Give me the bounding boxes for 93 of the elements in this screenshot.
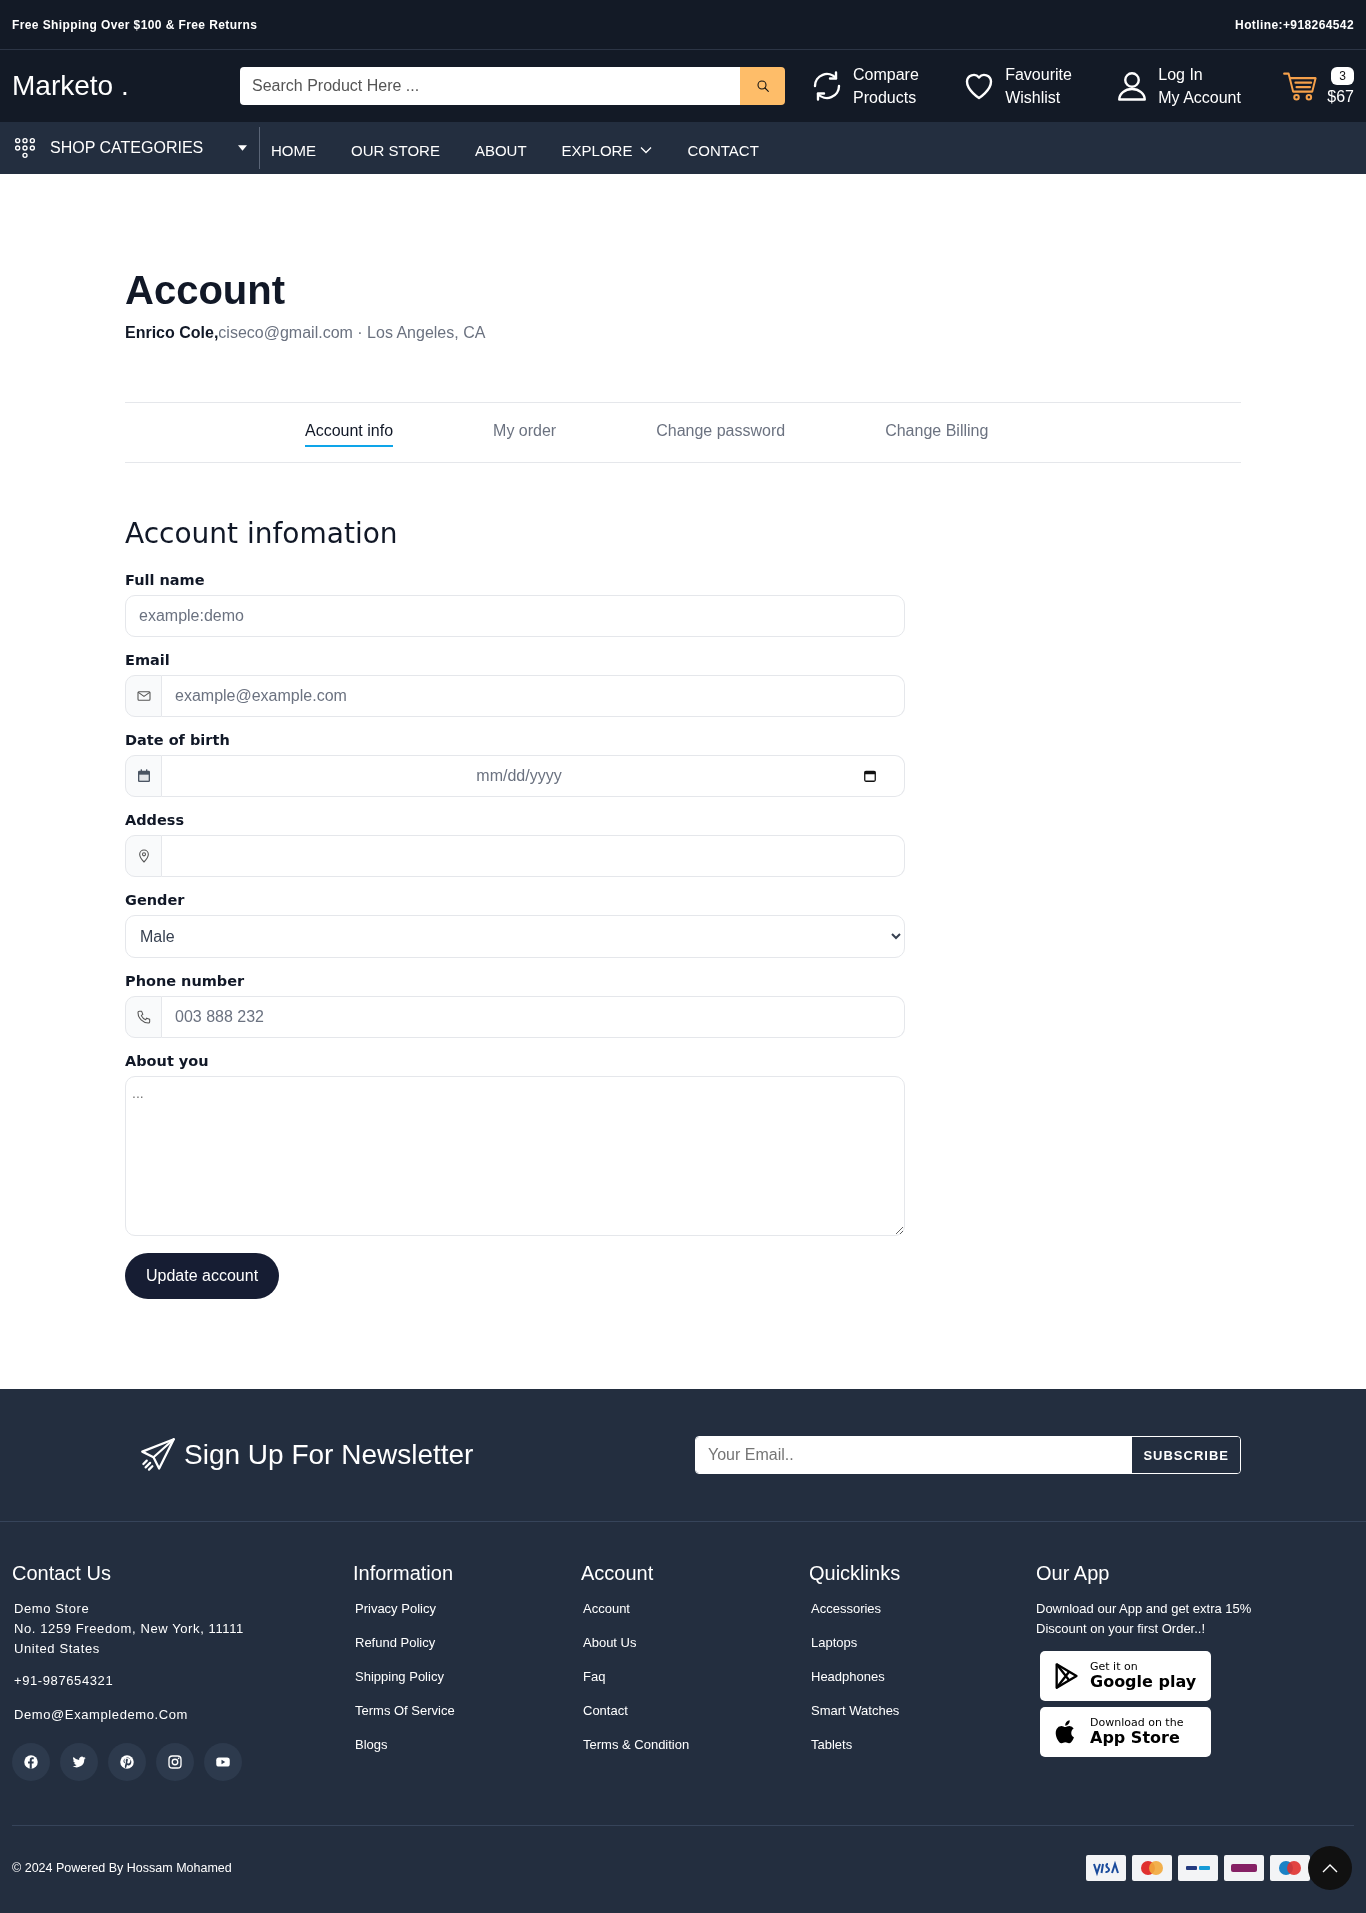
footer-link[interactable]: Shipping Policy <box>355 1669 444 1684</box>
page-title: Account <box>125 267 286 314</box>
social-button[interactable] <box>108 1743 146 1781</box>
camera-icon <box>166 1753 184 1771</box>
field-label: About you <box>125 1053 210 1069</box>
field-label: Phone number <box>125 973 246 989</box>
search-field[interactable]: Search Product Here ... <box>240 67 740 105</box>
field-label: Email <box>125 652 171 668</box>
header-link[interactable]: Favourite <box>1005 64 1072 85</box>
input-field[interactable]: example:demo <box>125 595 905 637</box>
input-field[interactable]: example@example.com <box>162 675 905 717</box>
tab[interactable]: Account info <box>305 403 394 447</box>
payment-card-icon <box>1224 1854 1264 1881</box>
phone-link[interactable]: +91-987654321 <box>14 1671 114 1691</box>
header-link[interactable]: Wishlist <box>1005 87 1072 108</box>
app-promo-text: Download our App and get extra 15% Discount on your first Order..! <box>1036 1600 1253 1638</box>
caret-icon <box>238 145 247 151</box>
nav-link[interactable]: HOME <box>271 141 316 159</box>
calendar-icon <box>135 768 152 784</box>
header-link[interactable]: My Account <box>1158 87 1241 108</box>
payment-card-icon <box>1086 1854 1126 1881</box>
footer-link[interactable]: Privacy Policy <box>355 1601 436 1616</box>
footer-link[interactable]: Headphones <box>811 1669 885 1684</box>
app-store-badge[interactable]: Download on the App Store <box>1040 1707 1211 1757</box>
social-button[interactable] <box>156 1743 194 1781</box>
search-button[interactable] <box>740 67 785 105</box>
facebook-icon <box>22 1753 40 1771</box>
field-label: Gender <box>125 892 186 908</box>
date-field[interactable]: mm/dd/yyyy <box>162 755 905 797</box>
footer-link[interactable]: Laptops <box>811 1635 858 1650</box>
tab[interactable]: Change Billing <box>885 403 989 447</box>
account-summary: Enrico Cole,ciseco@gmail.com · Los Angeles, CA <box>125 324 487 342</box>
back-to-top-button[interactable] <box>1308 1846 1352 1890</box>
payment-card-icon <box>1270 1854 1310 1881</box>
phone-icon <box>135 1009 152 1025</box>
nav-link[interactable]: CONTACT <box>687 141 759 159</box>
social-button[interactable] <box>12 1743 50 1781</box>
logo[interactable]: Marketo . <box>12 70 240 102</box>
column-heading: Contact Us <box>12 1562 111 1585</box>
footer-link[interactable]: Blogs <box>355 1737 388 1752</box>
column-heading: Information <box>353 1562 454 1585</box>
cart-count-badge: 3 <box>1331 66 1354 85</box>
header-link[interactable]: Compare <box>853 64 919 85</box>
paper-plane-icon <box>140 1437 176 1473</box>
calendar-icon <box>863 769 877 783</box>
promo-text: Free Shipping Over $100 & Free Returns <box>12 17 258 32</box>
input-field[interactable] <box>162 835 905 877</box>
categories-menu[interactable]: SHOP CATEGORIES <box>0 127 260 169</box>
nav-link[interactable]: EXPLORE <box>561 141 653 159</box>
footer-link[interactable]: Smart Watches <box>811 1703 900 1718</box>
header-link[interactable]: Products <box>853 87 919 108</box>
text-area[interactable]: ... <box>125 1076 905 1236</box>
select-field[interactable]: Male <box>125 915 905 958</box>
footer-link[interactable]: Faq <box>583 1669 606 1684</box>
footer-link[interactable]: Terms & Condition <box>583 1737 690 1752</box>
footer-link[interactable]: Terms Of Service <box>355 1703 455 1718</box>
header-link[interactable]: Log In <box>1158 64 1241 85</box>
input-field[interactable]: 003 888 232 <box>162 996 905 1038</box>
footer-link[interactable]: Refund Policy <box>355 1635 436 1650</box>
tab[interactable]: My order <box>493 403 557 447</box>
email-link[interactable]: Demo@Exampledemo.Com <box>14 1705 189 1725</box>
field-label: Date of birth <box>125 732 231 748</box>
footer-link[interactable]: Tablets <box>811 1737 853 1752</box>
column-heading: Quicklinks <box>809 1562 901 1585</box>
field-label: Full name <box>125 572 206 588</box>
hotline-text: Hotline:+918264542 <box>1235 17 1354 32</box>
payment-card-icon <box>1178 1854 1218 1881</box>
search-icon <box>754 78 771 94</box>
footer-link[interactable]: Contact <box>583 1703 628 1718</box>
update-account-button[interactable]: Update account <box>125 1253 280 1299</box>
nav-link[interactable]: ABOUT <box>474 141 527 159</box>
section-heading: Account infomation <box>125 517 399 550</box>
social-button[interactable] <box>204 1743 242 1781</box>
tab[interactable]: Change password <box>656 403 786 447</box>
cart-total: $67 <box>1327 87 1354 106</box>
footer-link[interactable]: Accessories <box>811 1601 882 1616</box>
field-label: Addess <box>125 812 186 828</box>
newsletter-title: Sign Up For Newsletter <box>184 1439 474 1471</box>
nav-link[interactable]: OUR STORE <box>351 141 440 159</box>
social-button[interactable] <box>60 1743 98 1781</box>
payment-card-icon <box>1132 1854 1172 1881</box>
copyright-text: © 2024 Powered By Hossam Mohamed <box>12 1860 232 1875</box>
mail-icon <box>135 688 152 704</box>
chevron-up-icon <box>1322 1863 1338 1873</box>
app-store-badge[interactable]: Get it on Google play <box>1040 1651 1211 1701</box>
address-text: Demo Store No. 1259 Freedom, New York, 11111 United States <box>14 1600 244 1658</box>
pinterest-icon <box>118 1753 136 1771</box>
cart-icon[interactable] <box>1283 70 1320 102</box>
footer-link[interactable]: About Us <box>583 1635 637 1650</box>
column-heading: Account <box>581 1562 654 1585</box>
dots-grid-icon <box>14 137 36 159</box>
column-heading: Our App <box>1036 1562 1110 1585</box>
footer-link[interactable]: Account <box>583 1601 630 1616</box>
